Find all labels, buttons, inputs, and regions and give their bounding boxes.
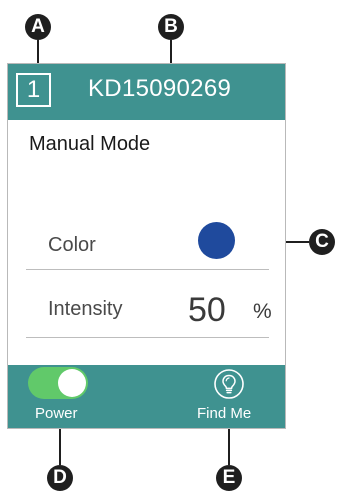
callout-a-leader (37, 40, 39, 63)
callout-b-leader (170, 40, 172, 63)
callout-e-leader (228, 429, 230, 465)
channel-number: 1 (26, 76, 41, 103)
callout-a: A (25, 14, 51, 40)
power-toggle[interactable] (28, 367, 88, 399)
callout-d: D (47, 465, 73, 491)
intensity-unit: % (253, 300, 272, 323)
callout-e: E (216, 465, 242, 491)
divider (26, 269, 269, 270)
find-me-label: Find Me (197, 405, 252, 422)
divider (26, 337, 269, 338)
device-id: KD15090269 (88, 75, 232, 102)
intensity-label: Intensity (48, 298, 123, 320)
footer-bar: Power Find Me (8, 365, 285, 428)
color-label: Color (48, 234, 96, 256)
mode-title: Manual Mode (29, 133, 151, 155)
header-bar: 1 KD15090269 (8, 64, 285, 120)
channel-selector[interactable]: 1 (16, 73, 51, 107)
power-label: Power (35, 405, 78, 422)
callout-d-leader (59, 429, 61, 465)
color-swatch[interactable] (198, 222, 235, 259)
callout-b: B (158, 14, 184, 40)
intensity-value[interactable]: 50 (188, 291, 226, 329)
lightbulb-icon[interactable] (213, 368, 245, 400)
callout-c: C (309, 229, 335, 255)
toggle-knob (58, 369, 86, 397)
device-screen: 1 KD15090269 Manual Mode Color Intensity… (7, 63, 286, 429)
